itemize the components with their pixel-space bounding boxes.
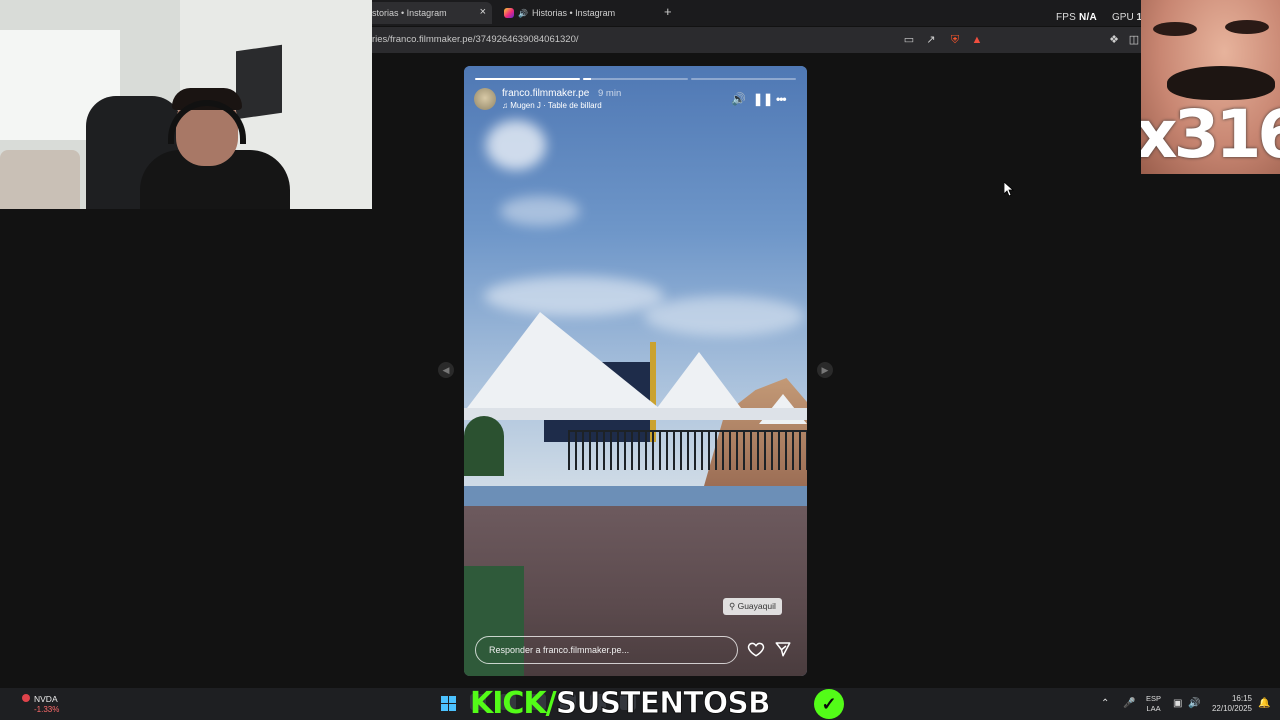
chevron-up-icon[interactable]: ⌃ bbox=[1101, 698, 1109, 709]
story-image-trees bbox=[464, 416, 504, 476]
webcam-overlay bbox=[0, 0, 372, 209]
story-progress-segment bbox=[583, 78, 688, 80]
story-viewer[interactable]: franco.filmmaker.pe 9 min ♫ Mugen J · Ta… bbox=[464, 66, 807, 676]
story-image-cloud bbox=[500, 196, 580, 226]
emote-eye bbox=[1225, 20, 1269, 34]
gpu-label: GPU bbox=[1112, 12, 1134, 23]
story-progress-fill bbox=[583, 78, 592, 80]
mouse-cursor-icon bbox=[1004, 182, 1014, 196]
tab-title: storias • Instagram bbox=[372, 8, 447, 18]
tab-instagram-stories-active[interactable]: storias • Instagram × bbox=[366, 2, 492, 24]
windows-logo-tile bbox=[441, 704, 448, 711]
story-timestamp: 9 min bbox=[598, 88, 622, 99]
brave-rewards-icon[interactable]: ▲ bbox=[970, 33, 984, 47]
tab-instagram-stories[interactable]: 🔊 Historias • Instagram bbox=[498, 2, 658, 24]
system-clock[interactable]: 16:15 22/10/2025 bbox=[1208, 694, 1252, 714]
network-icon[interactable]: ▣ bbox=[1173, 698, 1182, 709]
screen: storias • Instagram × 🔊 Historias • Inst… bbox=[0, 0, 1280, 720]
emote-mustache bbox=[1167, 66, 1275, 100]
story-progress-segment bbox=[691, 78, 796, 80]
story-reply-input[interactable] bbox=[475, 636, 738, 664]
previous-story-button[interactable]: ◀ bbox=[438, 362, 454, 378]
windows-taskbar: NVDA -1.33% KICK/SUSTENTOSB ✓ ⌃ 🎤 ESP LA… bbox=[0, 686, 1280, 720]
tab-audio-icon[interactable]: 🔊 bbox=[518, 9, 528, 18]
pause-icon[interactable]: ❚❚ bbox=[753, 92, 773, 106]
url-text[interactable]: ries/franco.filmmaker.pe/374926463908406… bbox=[372, 34, 579, 45]
location-sticker[interactable]: ⚲ Guayaquil bbox=[723, 598, 782, 615]
tab-title: Historias • Instagram bbox=[531, 8, 616, 18]
new-tab-button[interactable]: + bbox=[664, 4, 672, 19]
gpu-counter: GPU 1 bbox=[1112, 12, 1142, 23]
location-text: Guayaquil bbox=[737, 601, 776, 611]
stock-name: NVDA bbox=[34, 694, 58, 704]
clock-time: 16:15 bbox=[1231, 694, 1252, 703]
speaker-icon[interactable]: 🔊 bbox=[1188, 698, 1200, 709]
story-username[interactable]: franco.filmmaker.pe bbox=[502, 88, 589, 99]
windows-logo-tile bbox=[449, 704, 456, 711]
emote-counter-text: x316 bbox=[1141, 96, 1280, 173]
story-progress-segment bbox=[475, 78, 580, 80]
story-image-canopy bbox=[464, 408, 807, 420]
heart-icon[interactable] bbox=[747, 640, 765, 658]
next-story-button[interactable]: ▶ bbox=[817, 362, 833, 378]
keyboard-layout: LAA bbox=[1146, 704, 1161, 713]
avatar[interactable] bbox=[474, 88, 496, 110]
stock-widget[interactable]: NVDA -1.33% bbox=[18, 694, 78, 716]
emote-eye bbox=[1153, 22, 1197, 36]
extensions-icon[interactable]: ❖ bbox=[1107, 33, 1121, 47]
brave-shield-icon[interactable]: ⛨ bbox=[948, 33, 962, 47]
story-header: franco.filmmaker.pe 9 min ♫ Mugen J · Ta… bbox=[474, 86, 797, 116]
music-track: Mugen J · Table de billard bbox=[510, 101, 602, 110]
story-image-cloud bbox=[644, 296, 804, 336]
cast-icon[interactable]: ▭ bbox=[902, 33, 916, 47]
stock-change: -1.33% bbox=[34, 705, 60, 714]
stock-badge-icon bbox=[22, 694, 30, 702]
microphone-icon[interactable]: 🎤 bbox=[1123, 698, 1135, 709]
notifications-icon[interactable]: 🔔 bbox=[1258, 698, 1270, 709]
story-music-label[interactable]: ♫ Mugen J · Table de billard bbox=[502, 101, 602, 110]
windows-logo-tile bbox=[441, 696, 448, 703]
volume-icon[interactable]: 🔊 bbox=[731, 92, 746, 106]
verified-check-icon: ✓ bbox=[814, 689, 844, 719]
fps-label: FPS bbox=[1056, 12, 1077, 23]
instagram-icon bbox=[504, 8, 514, 18]
story-image-pole bbox=[650, 342, 656, 442]
more-options-icon[interactable]: ••• bbox=[776, 92, 787, 106]
windows-logo-tile bbox=[449, 696, 456, 703]
webcam-tv bbox=[236, 44, 282, 120]
story-progress-bar bbox=[475, 78, 796, 80]
webcam-sofa bbox=[0, 150, 80, 209]
sidebar-icon[interactable]: ◫ bbox=[1127, 33, 1141, 47]
story-image-cloud bbox=[486, 120, 546, 170]
fps-value: N/A bbox=[1079, 12, 1097, 23]
story-image-cloud bbox=[484, 276, 664, 316]
tab-close-icon[interactable]: × bbox=[480, 6, 486, 18]
language-indicator[interactable]: ESP LAA bbox=[1146, 694, 1161, 714]
share-icon[interactable]: ↗ bbox=[924, 33, 938, 47]
emote-overlay: x316 bbox=[1141, 0, 1280, 174]
send-icon[interactable] bbox=[774, 640, 792, 658]
kick-text-channel: SUSTENTOSB bbox=[555, 686, 771, 720]
clock-date: 22/10/2025 bbox=[1211, 704, 1252, 713]
kick-channel-overlay: KICK/SUSTENTOSB bbox=[470, 686, 771, 720]
music-icon: ♫ bbox=[502, 101, 511, 110]
fps-counter: FPS N/A bbox=[1056, 12, 1097, 23]
language-code: ESP bbox=[1146, 694, 1162, 703]
windows-start-icon[interactable] bbox=[441, 696, 456, 711]
kick-text-prefix: KICK/ bbox=[470, 686, 557, 720]
story-progress-fill bbox=[475, 78, 580, 80]
story-image-fence bbox=[568, 430, 807, 470]
location-pin-icon: ⚲ bbox=[729, 601, 738, 611]
